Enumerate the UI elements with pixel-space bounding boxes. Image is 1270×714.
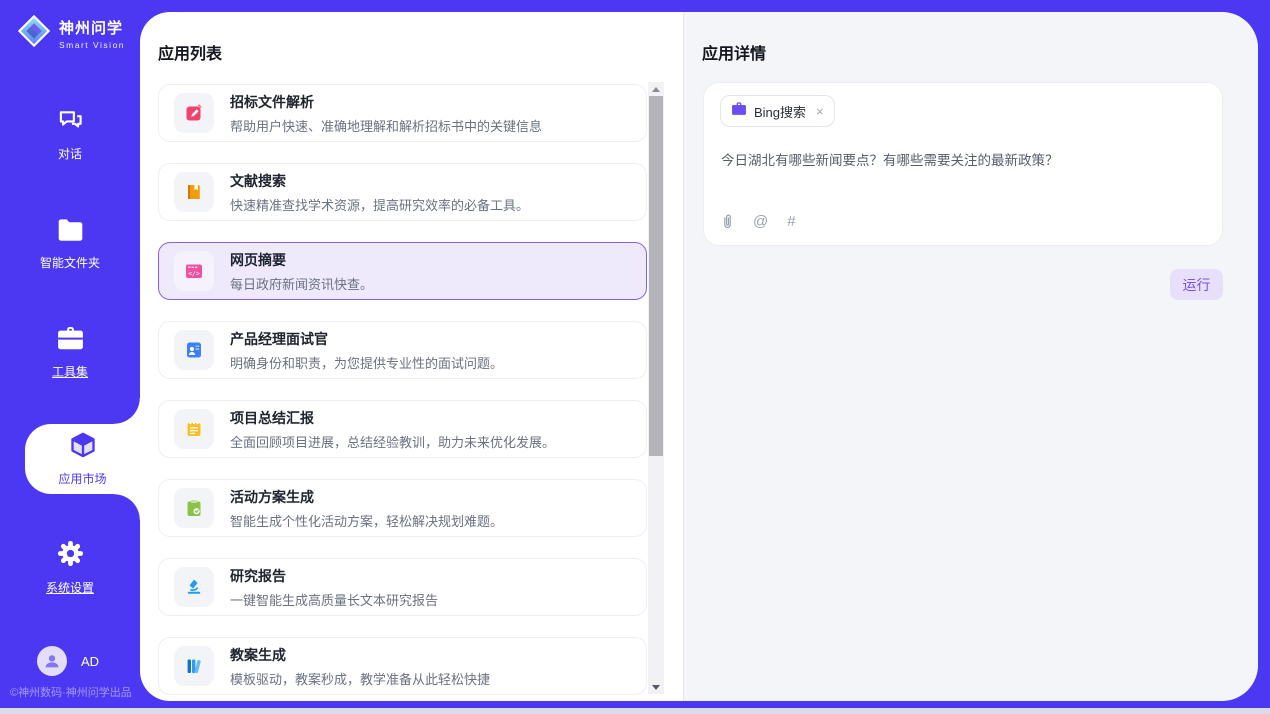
prompt-composer: Bing搜索 × 今日湖北有哪些新闻要点？有哪些需要关注的最新政策？ @ #: [703, 82, 1223, 246]
sidebar-item-label: 智能文件夹: [40, 254, 100, 271]
toolbox-icon: [57, 326, 84, 356]
scrollbar-thumb[interactable]: [649, 96, 663, 456]
app-card-bid-document-parse[interactable]: 招标文件解析 帮助用户快速、准确地理解和解析招标书中的关键信息: [158, 84, 647, 142]
app-card-title: 活动方案生成: [230, 487, 503, 507]
at-mention-icon[interactable]: @: [753, 213, 768, 230]
app-card-title: 产品经理面试官: [230, 329, 503, 349]
sidebar-item-toolset[interactable]: 工具集: [0, 326, 140, 380]
prompt-input[interactable]: 今日湖北有哪些新闻要点？有哪些需要关注的最新政策？: [721, 149, 1207, 169]
sidebar: 神州问学 Smart Vision 对话 智能文件夹: [0, 0, 140, 708]
composer-toolbar: @ #: [721, 213, 796, 230]
sidebar-item-label: 工具集: [52, 363, 88, 380]
app-card-title: 招标文件解析: [230, 92, 542, 112]
app-card-desc: 模板驱动，教案秒成，教学准备从此轻松快捷: [230, 669, 490, 688]
copyright-footer: ©神州数码·神州问学出品: [10, 684, 132, 700]
user-account[interactable]: AD: [37, 646, 99, 676]
app-card-desc: 全面回顾项目进展，总结经验教训，助力未来优化发展。: [230, 432, 555, 451]
briefcase-icon: [731, 101, 747, 121]
gear-icon: [57, 540, 84, 572]
clipboard-check-icon: [174, 488, 214, 528]
sidebar-item-label: 系统设置: [46, 579, 94, 596]
app-card-desc: 每日政府新闻资讯快查。: [230, 274, 373, 293]
book-icon: [174, 172, 214, 212]
sidebar-item-label: 对话: [58, 145, 82, 162]
app-card-desc: 快速精准查找学术资源，提高研究效率的必备工具。: [230, 195, 529, 214]
scrollbar[interactable]: [648, 82, 664, 694]
app-card-title: 网页摘要: [230, 250, 373, 270]
app-card-title: 项目总结汇报: [230, 408, 555, 428]
app-list-title: 应用列表: [158, 40, 222, 64]
scroll-up-icon[interactable]: [648, 82, 664, 96]
sidebar-item-settings[interactable]: 系统设置: [0, 540, 140, 596]
hash-tag-icon[interactable]: #: [787, 213, 795, 230]
user-name: AD: [81, 654, 99, 669]
sidebar-item-smart-folder[interactable]: 智能文件夹: [0, 218, 140, 271]
app-card-desc: 明确身份和职责，为您提供专业性的面试问题。: [230, 353, 503, 372]
sidebar-item-app-market[interactable]: 应用市场: [25, 424, 140, 494]
app-card-title: 文献搜索: [230, 171, 529, 191]
diamond-logo-icon: [16, 13, 52, 54]
main-content: 应用列表 招标文件解析 帮助用户快速、准确地理解和解析招标书中的关键信息: [140, 12, 1258, 701]
microscope-icon: [174, 567, 214, 607]
app-card-desc: 智能生成个性化活动方案，轻松解决规划难题。: [230, 511, 503, 530]
sidebar-item-chat[interactable]: 对话: [0, 108, 140, 162]
app-detail-panel: 应用详情 Bing搜索 × 今日湖北有哪些新闻要点？有哪些需要关注的最新政策？: [683, 12, 1258, 701]
app-frame: 神州问学 Smart Vision 对话 智能文件夹: [0, 0, 1270, 714]
notepad-icon: [174, 409, 214, 449]
edit-document-icon: [174, 93, 214, 133]
app-card-web-summary[interactable]: </> 网页摘要 每日政府新闻资讯快查。: [158, 242, 647, 300]
folder-icon: [57, 218, 84, 247]
books-icon: [174, 646, 214, 686]
tool-tag-bing-search[interactable]: Bing搜索 ×: [720, 95, 835, 127]
app-card-lesson-plan[interactable]: 教案生成 模板驱动，教案秒成，教学准备从此轻松快捷: [158, 637, 647, 695]
chat-icon: [57, 108, 84, 138]
run-button[interactable]: 运行: [1170, 269, 1223, 300]
app-detail-title: 应用详情: [702, 40, 766, 64]
app-card-title: 教案生成: [230, 645, 490, 665]
app-card-desc: 一键智能生成高质量长文本研究报告: [230, 590, 438, 609]
svg-text:</>: </>: [188, 270, 200, 278]
avatar: [37, 646, 67, 676]
bottom-edge-strip: [0, 708, 1270, 714]
app-card-research-report[interactable]: 研究报告 一键智能生成高质量长文本研究报告: [158, 558, 647, 616]
app-card-project-summary[interactable]: 项目总结汇报 全面回顾项目进展，总结经验教训，助力未来优化发展。: [158, 400, 647, 458]
tool-tag-label: Bing搜索: [754, 102, 806, 121]
paperclip-icon[interactable]: [721, 213, 734, 230]
app-card-pm-interviewer[interactable]: 产品经理面试官 明确身份和职责，为您提供专业性的面试问题。: [158, 321, 647, 379]
close-icon[interactable]: ×: [816, 105, 824, 118]
scroll-down-icon[interactable]: [648, 680, 664, 694]
app-card-event-plan[interactable]: 活动方案生成 智能生成个性化活动方案，轻松解决规划难题。: [158, 479, 647, 537]
app-list: 招标文件解析 帮助用户快速、准确地理解和解析招标书中的关键信息 文献搜索: [158, 84, 647, 695]
app-card-title: 研究报告: [230, 566, 438, 586]
cube-icon: [69, 431, 97, 464]
app-list-panel: 应用列表 招标文件解析 帮助用户快速、准确地理解和解析招标书中的关键信息: [140, 12, 683, 701]
web-code-icon: </>: [174, 251, 214, 291]
brand-name: 神州问学: [59, 17, 125, 38]
brand-logo: 神州问学 Smart Vision: [16, 13, 125, 54]
app-card-literature-search[interactable]: 文献搜索 快速精准查找学术资源，提高研究效率的必备工具。: [158, 163, 647, 221]
app-card-desc: 帮助用户快速、准确地理解和解析招标书中的关键信息: [230, 116, 542, 135]
brand-subtitle: Smart Vision: [59, 40, 125, 50]
interviewer-icon: [174, 330, 214, 370]
sidebar-item-label: 应用市场: [58, 470, 106, 487]
